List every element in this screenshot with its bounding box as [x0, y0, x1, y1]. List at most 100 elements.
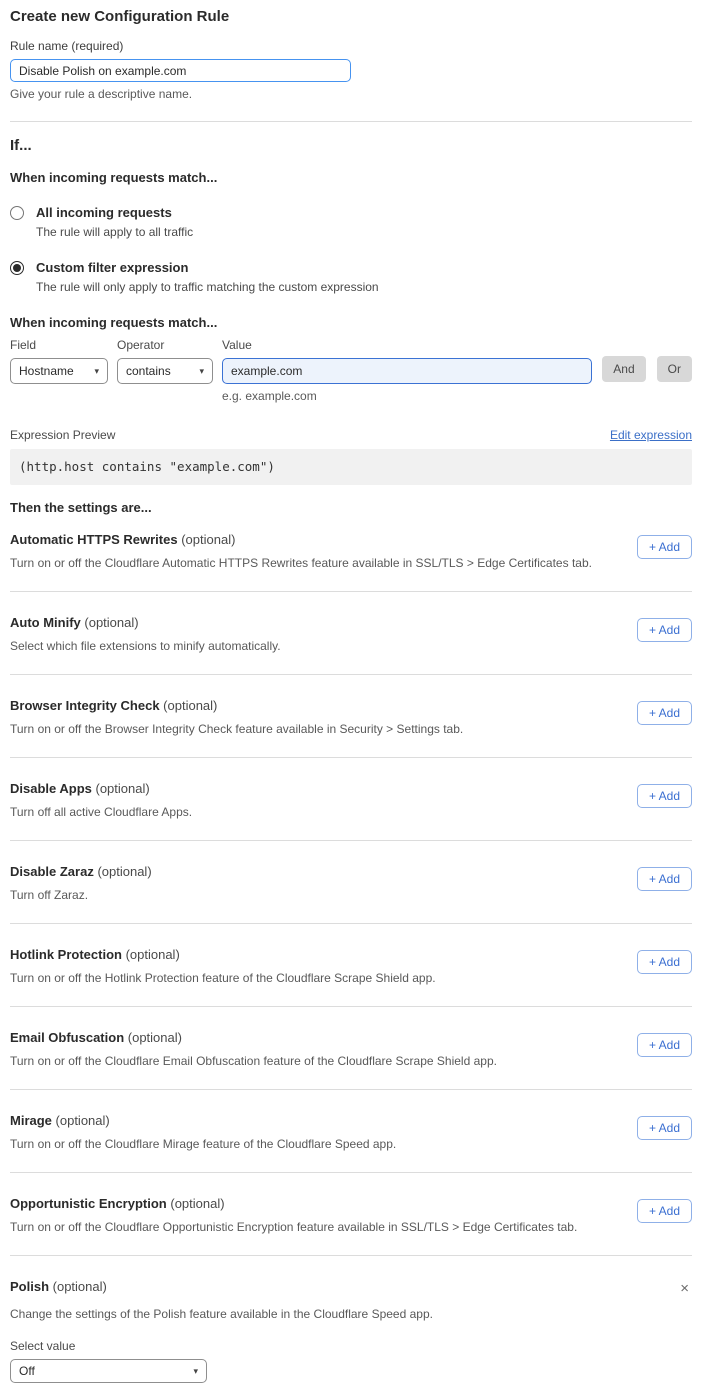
setting-optional-tag: (optional): [126, 947, 180, 962]
section-divider: [10, 121, 692, 122]
add-button[interactable]: + Add: [637, 535, 692, 559]
setting-text: Hotlink Protection (optional) Turn on or…: [10, 947, 436, 985]
setting-optional-tag: (optional): [181, 532, 235, 547]
value-input[interactable]: [222, 358, 592, 384]
select-value-label: Select value: [10, 1339, 692, 1353]
setting-name: Polish: [10, 1279, 49, 1294]
setting-description: Turn on or off the Cloudflare Automatic …: [10, 556, 592, 570]
setting-name: Opportunistic Encryption: [10, 1196, 167, 1211]
setting-optional-tag: (optional): [53, 1279, 107, 1294]
operator-label: Operator: [117, 338, 213, 352]
setting-row: Disable Zaraz (optional) Turn off Zaraz.…: [10, 857, 692, 924]
setting-row: Disable Apps (optional) Turn off all act…: [10, 774, 692, 841]
setting-text: Auto Minify (optional) Select which file…: [10, 615, 281, 653]
value-column: Value e.g. example.com: [222, 338, 592, 403]
radio-selected-icon[interactable]: [10, 261, 24, 275]
chevron-down-icon: ▾: [94, 366, 99, 377]
close-icon[interactable]: ×: [677, 1279, 692, 1298]
setting-text: Disable Apps (optional) Turn off all act…: [10, 781, 192, 819]
add-button[interactable]: + Add: [637, 867, 692, 891]
field-dropdown[interactable]: Hostname ▾: [10, 358, 108, 384]
add-button[interactable]: + Add: [637, 1116, 692, 1140]
setting-row: Opportunistic Encryption (optional) Turn…: [10, 1189, 692, 1256]
setting-name: Hotlink Protection: [10, 947, 122, 962]
setting-text: Disable Zaraz (optional) Turn off Zaraz.: [10, 864, 152, 902]
setting-optional-tag: (optional): [97, 864, 151, 879]
setting-description: Turn on or off the Cloudflare Opportunis…: [10, 1220, 577, 1234]
create-configuration-rule-form: Create new Configuration Rule Rule name …: [0, 0, 705, 1383]
setting-description: Turn off Zaraz.: [10, 888, 152, 902]
radio-unselected-icon[interactable]: [10, 206, 24, 220]
edit-expression-link[interactable]: Edit expression: [610, 428, 692, 442]
field-column: Field Hostname ▾: [10, 338, 108, 384]
radio-option-all-incoming-requests[interactable]: All incoming requests The rule will appl…: [10, 205, 692, 239]
match-type-radio-group: All incoming requests The rule will appl…: [10, 205, 692, 294]
operator-dropdown[interactable]: contains ▾: [117, 358, 213, 384]
setting-name: Mirage: [10, 1113, 52, 1128]
setting-row: Automatic HTTPS Rewrites (optional) Turn…: [10, 525, 692, 592]
operator-dropdown-value: contains: [126, 364, 171, 378]
setting-name: Automatic HTTPS Rewrites: [10, 532, 178, 547]
value-label: Value: [222, 338, 592, 352]
setting-name: Browser Integrity Check: [10, 698, 160, 713]
setting-name: Email Obfuscation: [10, 1030, 124, 1045]
operator-column: Operator contains ▾: [117, 338, 213, 384]
setting-description: Turn off all active Cloudflare Apps.: [10, 805, 192, 819]
setting-name: Disable Zaraz: [10, 864, 94, 879]
setting-row: Hotlink Protection (optional) Turn on or…: [10, 940, 692, 1007]
chevron-down-icon: ▾: [193, 1366, 198, 1377]
setting-description: Turn on or off the Cloudflare Mirage fea…: [10, 1137, 396, 1151]
setting-description: Turn on or off the Cloudflare Email Obfu…: [10, 1054, 497, 1068]
polish-value-dropdown[interactable]: Off ▾: [10, 1359, 207, 1383]
polish-header: Polish (optional) ×: [10, 1279, 692, 1298]
expression-preview-code: (http.host contains "example.com"): [10, 449, 692, 485]
setting-row-polish: Polish (optional) × Change the settings …: [10, 1272, 692, 1383]
rule-name-help: Give your rule a descriptive name.: [10, 87, 692, 101]
radio-option-description: The rule will apply to all traffic: [36, 225, 193, 239]
then-settings-heading: Then the settings are...: [10, 500, 692, 515]
radio-option-custom-filter-expression[interactable]: Custom filter expression The rule will o…: [10, 260, 692, 294]
incoming-requests-match-label: When incoming requests match...: [10, 170, 692, 185]
page-title: Create new Configuration Rule: [10, 8, 692, 25]
settings-list: Automatic HTTPS Rewrites (optional) Turn…: [10, 525, 692, 1256]
setting-description: Change the settings of the Polish featur…: [10, 1307, 692, 1321]
setting-optional-tag: (optional): [56, 1113, 110, 1128]
radio-option-description: The rule will only apply to traffic matc…: [36, 280, 379, 294]
setting-description: Turn on or off the Hotlink Protection fe…: [10, 971, 436, 985]
setting-optional-tag: (optional): [96, 781, 150, 796]
setting-description: Turn on or off the Browser Integrity Che…: [10, 722, 463, 736]
setting-name: Auto Minify: [10, 615, 81, 630]
add-button[interactable]: + Add: [637, 618, 692, 642]
setting-optional-tag: (optional): [128, 1030, 182, 1045]
setting-row: Mirage (optional) Turn on or off the Clo…: [10, 1106, 692, 1173]
setting-row: Browser Integrity Check (optional) Turn …: [10, 691, 692, 758]
value-help: e.g. example.com: [222, 389, 592, 403]
polish-dropdown-value: Off: [19, 1364, 35, 1378]
rule-name-input[interactable]: [10, 59, 351, 82]
and-button[interactable]: And: [602, 356, 645, 382]
add-button[interactable]: + Add: [637, 950, 692, 974]
add-button[interactable]: + Add: [637, 1033, 692, 1057]
setting-text: Opportunistic Encryption (optional) Turn…: [10, 1196, 577, 1234]
field-dropdown-value: Hostname: [19, 364, 74, 378]
setting-row: Auto Minify (optional) Select which file…: [10, 608, 692, 675]
setting-optional-tag: (optional): [170, 1196, 224, 1211]
add-button[interactable]: + Add: [637, 701, 692, 725]
rule-name-label: Rule name (required): [10, 39, 692, 53]
or-button[interactable]: Or: [657, 356, 692, 382]
if-heading: If...: [10, 137, 692, 154]
add-button[interactable]: + Add: [637, 784, 692, 808]
chevron-down-icon: ▾: [199, 366, 204, 377]
setting-text: Automatic HTTPS Rewrites (optional) Turn…: [10, 532, 592, 570]
setting-text: Email Obfuscation (optional) Turn on or …: [10, 1030, 497, 1068]
setting-text: Browser Integrity Check (optional) Turn …: [10, 698, 463, 736]
field-label: Field: [10, 338, 108, 352]
add-button[interactable]: + Add: [637, 1199, 692, 1223]
setting-optional-tag: (optional): [84, 615, 138, 630]
radio-option-label: Custom filter expression: [36, 260, 379, 275]
setting-row: Email Obfuscation (optional) Turn on or …: [10, 1023, 692, 1090]
setting-optional-tag: (optional): [163, 698, 217, 713]
radio-option-label: All incoming requests: [36, 205, 193, 220]
setting-name: Disable Apps: [10, 781, 92, 796]
setting-description: Select which file extensions to minify a…: [10, 639, 281, 653]
